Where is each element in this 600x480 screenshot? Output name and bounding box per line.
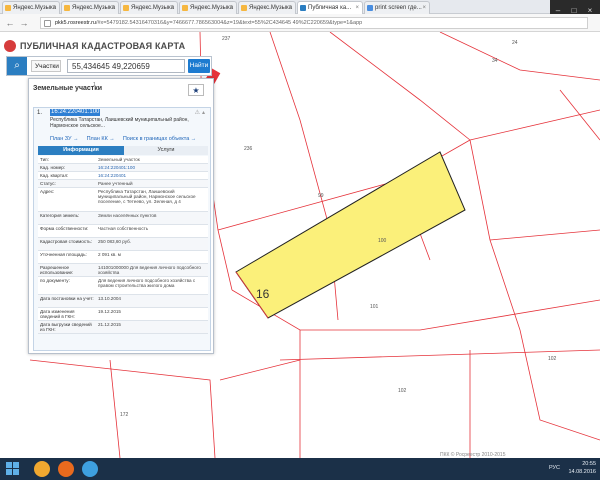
parcel-links: План ЗУ → План КК → Поиск в границах объек… xyxy=(50,136,204,142)
taskbar: РУС 20:55 14.08.2016 xyxy=(0,458,600,480)
parcel-label: 102 xyxy=(398,388,407,394)
yandex-music-icon xyxy=(123,5,129,11)
close-icon[interactable]: × xyxy=(111,2,115,14)
search-type-select[interactable]: Участки xyxy=(31,60,61,72)
parcel-label: 101 xyxy=(370,304,379,310)
browser-tab[interactable]: Яндекс.Музыка × xyxy=(179,1,237,14)
app-header: ПУБЛИЧНАЯ КАДАСТРОВАЯ КАРТА xyxy=(4,36,185,56)
panel-title: Земельные участки xyxy=(33,85,103,92)
table-row: по документу: Для ведения личного подсобн… xyxy=(38,277,208,295)
table-row: Кад. квартал: 16:24:220401 xyxy=(38,172,208,180)
table-row: Статус: Ранее учтенный xyxy=(38,180,208,188)
table-row: Тип: Земельный участок xyxy=(38,156,208,164)
search-button[interactable]: Найти xyxy=(188,59,210,73)
results-panel: Земельные участки 1 1. 16:24:220401:100 … xyxy=(28,78,214,354)
window-controls: – □ × xyxy=(550,0,600,15)
forward-icon[interactable]: → xyxy=(18,17,30,29)
yandex-music-icon xyxy=(182,5,188,11)
search-input[interactable]: 55,434645 49,220659 xyxy=(67,59,185,73)
language-indicator[interactable]: РУС xyxy=(549,465,560,471)
windows-start-icon[interactable] xyxy=(6,462,20,476)
url-field[interactable]: pkk5.rosreestr.ru/#x=5479182.54316470316… xyxy=(40,17,588,29)
table-row: Кадастровая стоимость: 250 083,60 руб. xyxy=(38,238,208,251)
parcel-label: 237 xyxy=(222,36,231,42)
search-within-link[interactable]: Поиск в границах объекта → xyxy=(123,136,196,142)
parcel-label: 102 xyxy=(548,356,557,362)
table-row: Разрешенное использование: 141001000000 Д… xyxy=(38,264,208,277)
rosreestr-icon xyxy=(300,5,306,11)
item-tools: ⚠▴ xyxy=(195,109,207,116)
parcel-label: 99 xyxy=(318,193,324,199)
search-bar: ⌕ Участки 55,434645 49,220659 Найти xyxy=(6,56,212,76)
info-table: Тип: Земельный участок Кад. номер: 16:24:2… xyxy=(38,156,208,334)
warning-icon[interactable]: ⚠ xyxy=(195,110,202,116)
selected-parcel[interactable] xyxy=(235,151,466,319)
item-index: 1. xyxy=(37,110,43,116)
close-icon[interactable]: × xyxy=(170,2,174,14)
parcel-number-label: 16 xyxy=(256,287,270,301)
close-icon[interactable]: × xyxy=(288,2,292,14)
cadastral-number[interactable]: 16:24:220401:100 xyxy=(50,109,101,116)
file-explorer-icon[interactable] xyxy=(34,461,50,477)
table-row: Кад. номер: 16:24:220401:100 xyxy=(38,164,208,172)
app-icon[interactable] xyxy=(82,461,98,477)
clock[interactable]: 20:55 14.08.2016 xyxy=(568,460,596,476)
table-row: Уточненная площадь: 2 091 кв. м xyxy=(38,251,208,264)
parcel-card: 1. 16:24:220401:100 ⚠▴ Республика Татарс… xyxy=(33,107,211,351)
parcel-label: 172 xyxy=(120,412,129,418)
parcel-label: 24 xyxy=(512,40,518,46)
table-row: Дата постановки на учет: 13.10.2004 xyxy=(38,295,208,308)
close-icon[interactable]: × xyxy=(229,2,233,14)
tab-services[interactable]: Услуги xyxy=(124,146,208,155)
table-row: Дата выгрузки сведений из ГКН: 21.12.2015 xyxy=(38,321,208,334)
page-title: ПУБЛИЧНАЯ КАДАСТРОВАЯ КАРТА xyxy=(20,41,186,51)
plan-kk-link[interactable]: План КК → xyxy=(87,136,115,142)
results-count: 1 xyxy=(93,82,96,88)
firefox-icon[interactable] xyxy=(58,461,74,477)
close-icon[interactable]: × xyxy=(355,2,359,14)
table-row: Форма собственности: Частная собственност… xyxy=(38,225,208,238)
google-icon xyxy=(367,5,373,11)
table-row: Дата изменения сведений в ГКН: 19.12.2015 xyxy=(38,308,208,321)
table-row: Адрес: Республика Татарстан, Лаишевский м… xyxy=(38,188,208,212)
favorite-star-button[interactable]: ★ xyxy=(188,84,204,96)
browser-tab[interactable]: Яндекс.Музыка × xyxy=(238,1,296,14)
rosreestr-logo-icon xyxy=(4,40,16,52)
yandex-music-icon xyxy=(64,5,70,11)
collapse-icon[interactable]: ▴ xyxy=(202,110,207,116)
browser-tab-bar: Яндекс.Музыка × Яндекс.Музыка × Яндекс.Муз… xyxy=(0,0,600,15)
back-icon[interactable]: ← xyxy=(4,17,16,29)
close-icon[interactable]: × xyxy=(422,2,426,14)
table-row: Категория земель: Земли населённых пункто… xyxy=(38,212,208,225)
close-icon[interactable]: × xyxy=(52,2,56,14)
yandex-music-icon xyxy=(241,5,247,11)
plan-zu-link[interactable]: План ЗУ → xyxy=(50,136,79,142)
browser-tab[interactable]: Яндекс.Музыка × xyxy=(120,1,178,14)
parcel-label: 236 xyxy=(244,146,253,152)
parcel-label: 34 xyxy=(492,58,498,64)
browser-tab[interactable]: Яндекс.Музыка × xyxy=(2,1,60,14)
browser-tab-active[interactable]: Публичная ка... × xyxy=(297,1,363,14)
lock-icon xyxy=(44,20,51,27)
parcel-label: 100 xyxy=(378,238,387,244)
tab-information[interactable]: Информация xyxy=(38,146,124,155)
yandex-music-icon xyxy=(5,5,11,11)
address-bar: ← → pkk5.rosreestr.ru/#x=5479182.5431647… xyxy=(0,14,600,32)
browser-tab[interactable]: print screen где... × xyxy=(364,1,430,14)
search-icon[interactable]: ⌕ xyxy=(7,57,27,75)
parcel-address: Республика Татарстан, Лаишевский муницип… xyxy=(50,117,189,129)
info-tabs: Информация Услуги xyxy=(38,146,208,155)
browser-tab[interactable]: Яндекс.Музыка × xyxy=(61,1,119,14)
